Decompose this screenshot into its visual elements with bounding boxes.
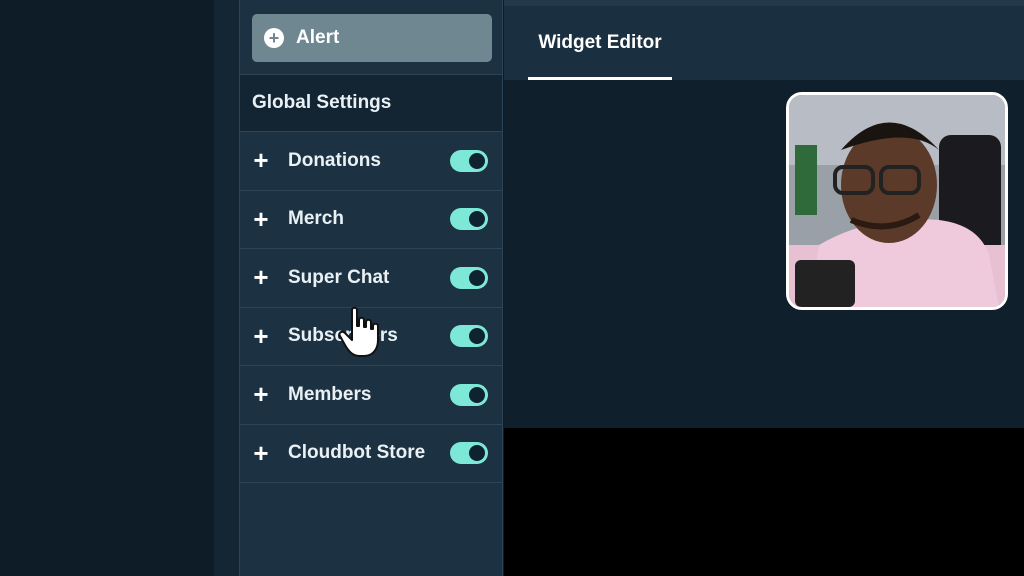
expand-plus-icon[interactable]: +	[250, 262, 272, 293]
sidebar-item-label: Super Chat	[288, 266, 390, 288]
toggle-knob	[469, 386, 485, 403]
editor-header: Widget Editor	[504, 0, 1024, 80]
add-alert-button[interactable]: + Alert	[252, 14, 492, 62]
sidebar-item-label: Members	[288, 383, 372, 405]
left-gutter	[0, 0, 214, 576]
toggle-knob	[469, 269, 485, 286]
toggle-knob	[469, 211, 485, 228]
cloudbot-store-toggle[interactable]	[450, 442, 488, 465]
sidebar-item-super-chat[interactable]: + Super Chat	[240, 249, 502, 308]
expand-plus-icon[interactable]: +	[250, 438, 272, 469]
webcam-overlay	[786, 92, 1008, 310]
tab-label: Widget Editor	[538, 32, 662, 53]
super-chat-toggle[interactable]	[450, 266, 488, 289]
alert-area: + Alert	[240, 0, 502, 75]
alert-label: Alert	[296, 27, 340, 48]
toggle-knob	[469, 152, 485, 169]
hand-cursor-icon	[338, 306, 379, 357]
subscribers-toggle[interactable]	[450, 325, 488, 348]
sidebar-item-label: Cloudbot Store	[288, 442, 426, 464]
alert-settings-panel: + Alert Global Settings + Donations + Me…	[239, 0, 503, 576]
sidebar-item-merch[interactable]: + Merch	[240, 191, 502, 249]
add-circle-icon: +	[264, 28, 284, 48]
side-rail	[214, 0, 239, 576]
members-toggle[interactable]	[450, 383, 488, 406]
expand-plus-icon[interactable]: +	[250, 145, 272, 176]
expand-plus-icon[interactable]: +	[250, 379, 272, 410]
preview-background	[504, 428, 1024, 576]
toggle-knob	[469, 445, 485, 462]
sidebar-item-label: Merch	[288, 208, 344, 230]
expand-plus-icon[interactable]: +	[250, 321, 272, 352]
expand-plus-icon[interactable]: +	[250, 204, 272, 235]
webcam-image	[789, 95, 1005, 307]
donations-toggle[interactable]	[450, 149, 488, 172]
sidebar-item-donations[interactable]: + Donations	[240, 132, 502, 191]
global-settings-label: Global Settings	[252, 92, 392, 113]
global-settings-item[interactable]: Global Settings	[240, 75, 502, 132]
tab-widget-editor[interactable]: Widget Editor	[528, 6, 672, 80]
sidebar-item-cloudbot-store[interactable]: + Cloudbot Store	[240, 425, 502, 483]
sidebar-item-members[interactable]: + Members	[240, 366, 502, 425]
toggle-knob	[469, 328, 485, 345]
sidebar-item-label: Donations	[288, 149, 381, 171]
merch-toggle[interactable]	[450, 208, 488, 231]
